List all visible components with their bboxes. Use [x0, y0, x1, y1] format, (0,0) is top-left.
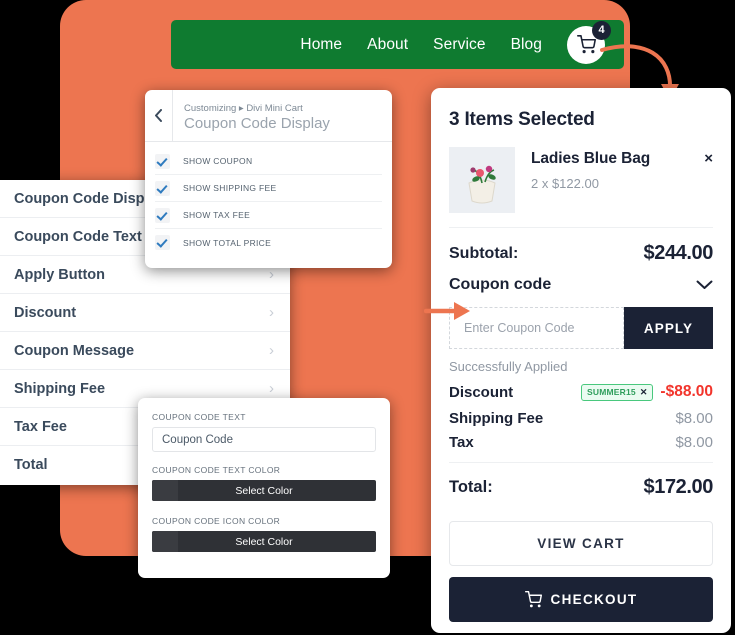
- settings-row-label: Tax Fee: [14, 418, 67, 435]
- customizer-header: Customizing ▸ Divi Mini Cart Coupon Code…: [145, 90, 392, 142]
- toggle-label: SHOW COUPON: [183, 156, 253, 166]
- coupon-code-text-input[interactable]: Coupon Code: [152, 427, 376, 452]
- toggle-show-tax-fee[interactable]: SHOW TAX FEE: [155, 202, 382, 229]
- remove-coupon-icon[interactable]: ✕: [640, 387, 648, 398]
- subtotal-row: Subtotal: $244.00: [449, 228, 713, 265]
- page-title: Coupon Code Display: [184, 114, 330, 132]
- settings-row-label: Total: [14, 457, 48, 473]
- checkbox-checked-icon[interactable]: [155, 207, 170, 223]
- subtotal-value: $244.00: [643, 242, 714, 264]
- shopping-cart-icon: [576, 35, 596, 54]
- chevron-right-icon: ›: [269, 266, 274, 283]
- settings-row-label: Shipping Fee: [14, 380, 106, 397]
- cart-item-info: Ladies Blue Bag 2 x $122.00: [515, 147, 704, 191]
- coupon-code-text-label: COUPON CODE TEXT: [152, 412, 246, 422]
- coupon-code-input[interactable]: Enter Coupon Code: [449, 307, 624, 349]
- tax-row: Tax $8.00: [449, 427, 713, 463]
- mini-cart-panel: 3 Items Selected Ladies Blue Bag 2 x $12…: [431, 88, 731, 633]
- checkbox-checked-icon[interactable]: [155, 180, 170, 196]
- nav-link-about[interactable]: About: [367, 36, 408, 54]
- total-row: Total: $172.00: [449, 463, 713, 499]
- sidebar-item-coupon-message[interactable]: Coupon Message ›: [0, 332, 290, 370]
- breadcrumb: Customizing ▸ Divi Mini Cart: [184, 103, 303, 115]
- shipping-fee-value: $8.00: [675, 410, 713, 427]
- toggle-label: SHOW TOTAL PRICE: [183, 237, 272, 248]
- select-text-color-button[interactable]: Select Color: [152, 480, 376, 501]
- chevron-right-icon: ›: [269, 304, 274, 321]
- settings-row-label: Coupon Message: [14, 342, 135, 359]
- toggle-label: SHOW SHIPPING FEE: [183, 183, 277, 193]
- tax-label: Tax: [449, 434, 474, 451]
- shipping-fee-row: Shipping Fee $8.00: [449, 401, 713, 427]
- checkout-label: CHECKOUT: [550, 592, 638, 607]
- site-navigation-bar: Home About Service Blog 4: [171, 20, 624, 69]
- coupon-input-row: Enter Coupon Code APPLY: [449, 307, 713, 349]
- checkout-button[interactable]: CHECKOUT: [449, 577, 713, 622]
- cart-item-name: Ladies Blue Bag: [531, 150, 651, 167]
- checkbox-checked-icon[interactable]: [155, 235, 170, 250]
- nav-link-home[interactable]: Home: [300, 36, 342, 54]
- chevron-down-icon: [696, 280, 713, 290]
- total-label: Total:: [449, 478, 493, 496]
- color-settings-panel: COUPON CODE TEXT Coupon Code COUPON CODE…: [138, 398, 390, 578]
- apply-coupon-button[interactable]: APPLY: [624, 307, 713, 349]
- toggle-list: SHOW COUPON SHOW SHIPPING FEE SHOW TAX F…: [145, 142, 392, 256]
- cart-item-row: Ladies Blue Bag 2 x $122.00 ×: [449, 131, 713, 228]
- chevron-right-icon: ›: [269, 380, 274, 397]
- applied-coupon-badge: SUMMER15 ✕: [581, 383, 654, 401]
- subtotal-label: Subtotal:: [449, 244, 519, 262]
- chevron-left-icon: [155, 109, 162, 122]
- view-cart-button[interactable]: VIEW CART: [449, 521, 713, 566]
- toggle-label: SHOW TAX FEE: [183, 210, 251, 220]
- customizer-panel: Customizing ▸ Divi Mini Cart Coupon Code…: [145, 90, 392, 268]
- discount-label: Discount: [449, 383, 514, 401]
- customizer-titles: Customizing ▸ Divi Mini Cart Coupon Code…: [173, 90, 330, 141]
- product-thumbnail: [449, 147, 515, 213]
- tax-value: $8.00: [675, 434, 713, 451]
- coupon-code-toggle-label: Coupon code: [449, 276, 552, 293]
- settings-row-label: Apply Button: [14, 266, 106, 283]
- toggle-show-shipping-fee[interactable]: SHOW SHIPPING FEE: [155, 175, 382, 202]
- select-color-label: Select Color: [235, 535, 293, 548]
- cart-item-quantity-price: 2 x $122.00: [531, 176, 599, 191]
- shopping-cart-icon: [524, 591, 542, 608]
- toggle-show-total-price[interactable]: SHOW TOTAL PRICE: [155, 229, 382, 256]
- total-value: $172.00: [643, 476, 714, 498]
- coupon-code-text-color-label: COUPON CODE TEXT COLOR: [152, 465, 281, 475]
- chevron-right-icon: ›: [269, 342, 274, 359]
- select-icon-color-button[interactable]: Select Color: [152, 531, 376, 552]
- cart-button[interactable]: 4: [567, 20, 611, 64]
- discount-value: -$88.00: [660, 383, 713, 400]
- cart-badge-count: 4: [592, 20, 611, 40]
- settings-row-label: Discount: [14, 304, 77, 321]
- checkbox-checked-icon[interactable]: [155, 153, 170, 169]
- toggle-show-coupon[interactable]: SHOW COUPON: [155, 148, 382, 175]
- settings-row-label: Coupon Code Text: [14, 228, 142, 245]
- coupon-success-message: Successfully Applied: [449, 359, 568, 374]
- discount-right-group: SUMMER15 ✕ -$88.00: [581, 383, 713, 401]
- nav-link-blog[interactable]: Blog: [511, 36, 542, 54]
- coupon-code-icon-color-label: COUPON CODE ICON COLOR: [152, 516, 281, 526]
- cart-title: 3 Items Selected: [449, 109, 595, 130]
- remove-item-button[interactable]: ×: [704, 147, 713, 167]
- select-color-label: Select Color: [235, 484, 293, 497]
- shipping-fee-label: Shipping Fee: [449, 410, 544, 427]
- nav-link-service[interactable]: Service: [433, 36, 485, 54]
- applied-coupon-code: SUMMER15: [587, 387, 636, 397]
- back-button[interactable]: [145, 90, 173, 141]
- sidebar-item-discount[interactable]: Discount ›: [0, 294, 290, 332]
- discount-row: Discount SUMMER15 ✕ -$88.00: [449, 374, 713, 401]
- product-image: [449, 147, 515, 213]
- coupon-code-toggle[interactable]: Coupon code: [449, 265, 713, 294]
- settings-row-label: Coupon Code Display: [14, 190, 165, 207]
